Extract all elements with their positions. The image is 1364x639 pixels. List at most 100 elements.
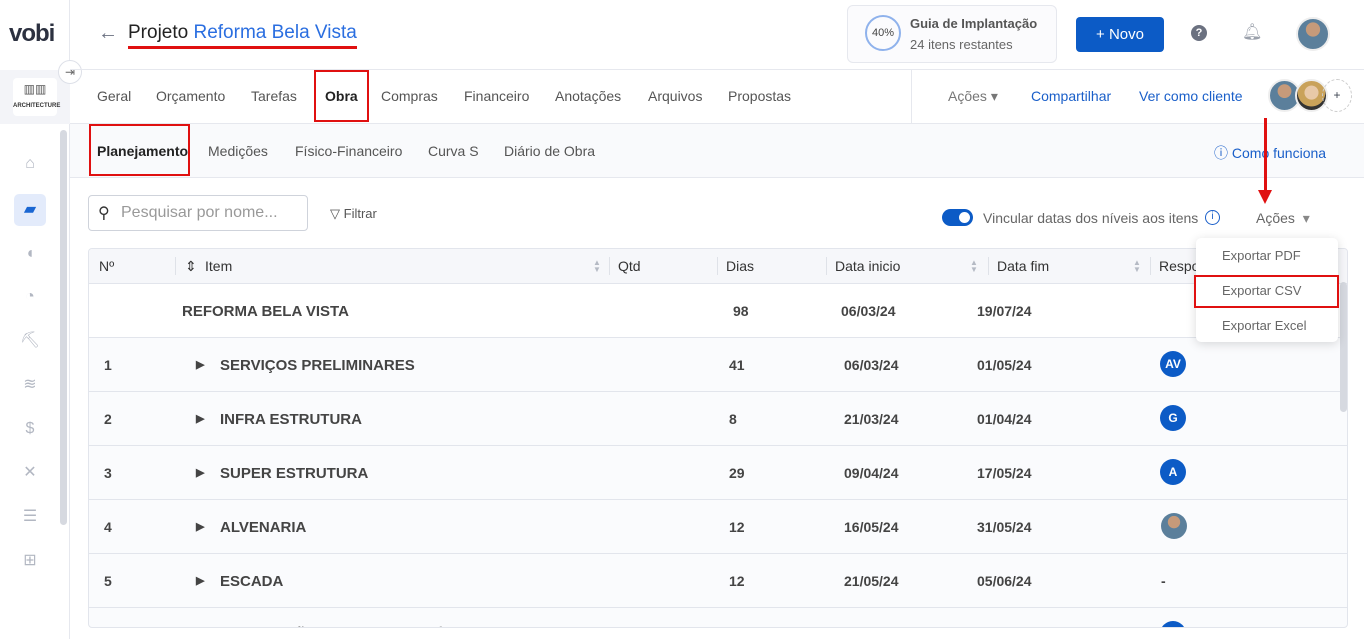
col-dias[interactable]: Dias [726,249,755,283]
worker-icon[interactable]: ⛏ [14,325,46,357]
tab-orcamento[interactable]: Orçamento [156,88,225,104]
row-number: 2 [104,411,112,427]
divider [988,257,989,275]
folder-icon[interactable]: ▰ [14,194,46,226]
export-excel-item[interactable]: Exportar Excel [1222,318,1307,333]
tab-tarefas[interactable]: Tarefas [251,88,297,104]
table-scrollbar[interactable] [1340,282,1347,412]
table-row[interactable]: 3 ▶ SUPER ESTRUTURA 29 09/04/24 17/05/24… [89,445,1347,499]
list-icon[interactable]: ☰ [14,501,46,533]
row-number: 6 [104,627,112,628]
how-it-works-link[interactable]: ⓘ Como funciona [1214,143,1326,163]
filter-label: Filtrar [343,206,377,221]
guide-subtitle: 24 itens restantes [910,37,1013,52]
divider [609,257,610,275]
add-widget-icon[interactable]: ⊞ [14,545,46,577]
responsible-badge[interactable]: AV [1160,621,1186,627]
header: ← Projeto Reforma Bela Vista 40% Guia de… [70,0,1364,70]
actions-dropdown[interactable]: Ações ▾ [948,88,998,105]
arrow-left-icon[interactable]: ← [98,22,118,45]
tab-anotacoes[interactable]: Anotações [555,88,621,104]
table-row[interactable]: 1 ▶ SERVIÇOS PRELIMINARES 41 06/03/24 01… [89,337,1347,391]
responsible-avatar[interactable] [1161,513,1187,539]
divider [826,257,827,275]
client-view-link[interactable]: Ver como cliente [1139,88,1243,104]
col-end[interactable]: Data fim [997,249,1050,283]
expand-caret-icon[interactable]: ▶ [196,574,204,587]
help-icon[interactable]: ? [1191,25,1207,41]
subtab-fisico-financeiro[interactable]: Físico-Financeiro [295,143,402,159]
home-icon[interactable]: ⌂ [14,148,46,180]
filter-icon: ▽ [330,206,340,221]
gauge-icon[interactable]: ◔ [14,281,46,313]
divider [1150,257,1151,275]
start-date: 06/03/24 [844,357,899,373]
dollar-icon[interactable]: $ [14,413,46,445]
item-name: REFORMA BELA VISTA [182,303,349,320]
expand-caret-icon[interactable]: ▶ [196,520,204,533]
tab-geral[interactable]: Geral [97,88,131,104]
col-start[interactable]: Data inicio [835,249,901,283]
end-date: 05/06/24 [977,573,1032,589]
export-pdf-item[interactable]: Exportar PDF [1222,248,1301,263]
question-circle-icon: ⓘ [1214,145,1228,161]
add-member-button[interactable]: + [1322,79,1352,112]
link-dates-toggle[interactable] [942,209,973,226]
actions-label: Ações [948,88,987,104]
vobi-logo[interactable]: vobi [9,20,55,48]
col-qtd[interactable]: Qtd [618,249,641,283]
table-row[interactable]: 5 ▶ ESCADA 12 21/05/24 05/06/24 - [89,553,1347,607]
table-row[interactable]: 2 ▶ INFRA ESTRUTURA 8 21/03/24 01/04/24 G [89,391,1347,445]
responsible-badge[interactable]: G [1160,405,1186,431]
table-row[interactable]: 6 ▶ INSTALAÇÕES HIDROSSANITÁRIAS E PLUVI… [89,607,1347,628]
divider [717,257,718,275]
subtab-medicoes[interactable]: Medições [208,143,268,159]
responsible-badge[interactable]: A [1160,459,1186,485]
table-row-root[interactable]: REFORMA BELA VISTA 98 06/03/24 19/07/24 [89,283,1347,337]
title-prefix: Projeto [128,22,189,43]
actions-label: Ações [1256,210,1295,226]
tab-propostas[interactable]: Propostas [728,88,791,104]
collapse-all-icon[interactable]: ⇕ [185,249,197,283]
sidebar-scrollbar[interactable] [60,130,67,525]
info-icon[interactable]: i [1205,210,1220,225]
implantation-guide[interactable]: 40% Guia de Implantação 24 itens restant… [847,5,1057,63]
sort-icon[interactable]: ▲ ▼ [970,259,978,274]
expand-caret-icon[interactable]: ▶ [196,466,204,479]
start-date: 16/05/24 [844,519,899,535]
col-number[interactable]: Nº [99,249,115,283]
expand-caret-icon[interactable]: ▶ [196,412,204,425]
table-row[interactable]: 4 ▶ ALVENARIA 12 16/05/24 31/05/24 [89,499,1347,553]
filter-button[interactable]: ▽ Filtrar [330,206,377,222]
responsible-badge[interactable]: AV [1160,351,1186,377]
user-avatar[interactable] [1296,17,1330,51]
share-link[interactable]: Compartilhar [1031,88,1111,104]
subtab-curva-s[interactable]: Curva S [428,143,479,159]
col-item[interactable]: Item [205,249,233,283]
subtab-diario[interactable]: Diário de Obra [504,143,595,159]
start-date: 21/03/24 [844,411,899,427]
handshake-icon[interactable]: ◖ [14,238,46,270]
search-input[interactable]: Pesquisar por nome... [88,195,308,231]
search-icon: ⚲ [98,205,110,222]
coins-icon[interactable]: ≋ [14,369,46,401]
tools-icon[interactable]: ✕ [14,457,46,489]
caret-down-icon: ▾ [1302,210,1310,226]
divider [911,70,912,123]
sort-icon[interactable]: ▲ ▼ [1133,259,1141,274]
page-title: Projeto Reforma Bela Vista [128,22,357,49]
bell-icon[interactable]: 🔔︎ [1242,22,1262,42]
sort-icon[interactable]: ▲ ▼ [593,259,601,274]
divider [175,257,176,275]
row-number: 5 [104,573,112,589]
sub-tabs: Planejamento Medições Físico-Financeiro … [70,124,1364,178]
annotation-arrowhead [1258,190,1272,204]
project-name[interactable]: Reforma Bela Vista [193,22,356,43]
actions-dropdown[interactable]: Ações ▾ [1256,210,1310,227]
new-button[interactable]: + Novo [1076,17,1164,52]
expand-caret-icon[interactable]: ▶ [196,358,204,371]
tab-arquivos[interactable]: Arquivos [648,88,702,104]
how-it-works-label: Como funciona [1231,145,1327,161]
tab-compras[interactable]: Compras [381,88,438,104]
tab-financeiro[interactable]: Financeiro [464,88,529,104]
